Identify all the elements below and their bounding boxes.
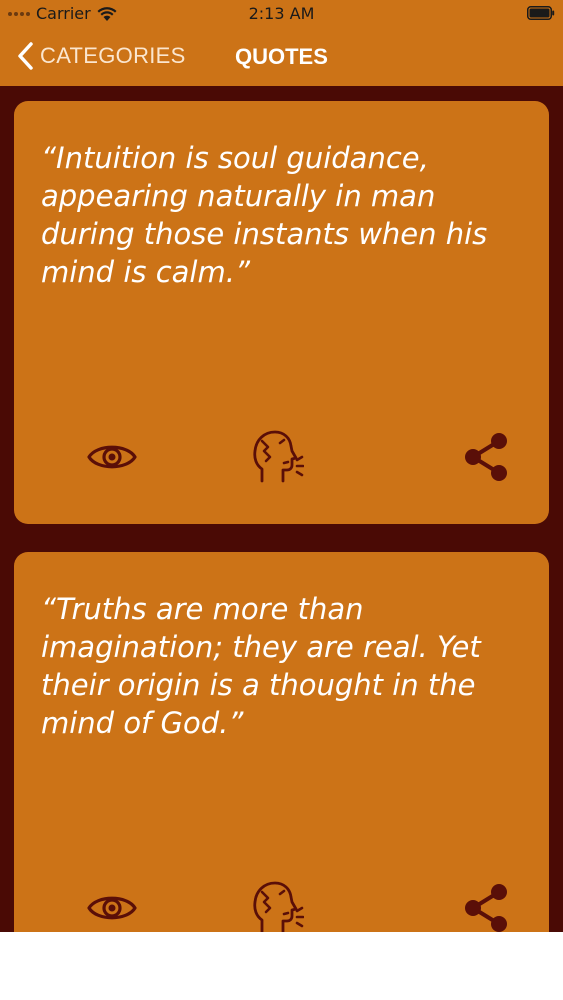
view-button[interactable] <box>82 427 142 487</box>
back-label: CATEGORIES <box>40 43 186 68</box>
app-screen: Carrier 2:13 AM CATEGORIES QUOTES “Intui… <box>0 0 563 932</box>
eye-icon <box>87 896 137 920</box>
back-button[interactable]: CATEGORIES <box>16 41 186 71</box>
quote-text: “Intuition is soul guidance, appearing n… <box>41 141 488 289</box>
page-title: QUOTES <box>235 44 328 69</box>
share-button[interactable] <box>456 427 516 487</box>
quote-text: “Truths are more than imagination; they … <box>41 592 481 740</box>
speak-button[interactable] <box>246 878 306 932</box>
quote-card: “Intuition is soul guidance, appearing n… <box>14 101 549 524</box>
speak-button[interactable] <box>246 427 306 487</box>
speaking-head-icon <box>253 881 304 932</box>
navigation-bar: CATEGORIES QUOTES <box>0 28 563 86</box>
bottom-area <box>0 932 563 1000</box>
share-button[interactable] <box>456 878 516 932</box>
share-icon <box>465 433 507 481</box>
status-bar: Carrier 2:13 AM <box>0 0 563 28</box>
speaking-head-icon <box>253 430 304 483</box>
status-time: 2:13 AM <box>248 4 315 23</box>
battery-icon <box>527 6 555 20</box>
view-button[interactable] <box>82 878 142 932</box>
chevron-left-icon <box>18 42 33 70</box>
quote-card: “Truths are more than imagination; they … <box>14 552 549 932</box>
share-icon <box>465 884 507 932</box>
eye-icon <box>87 445 137 469</box>
